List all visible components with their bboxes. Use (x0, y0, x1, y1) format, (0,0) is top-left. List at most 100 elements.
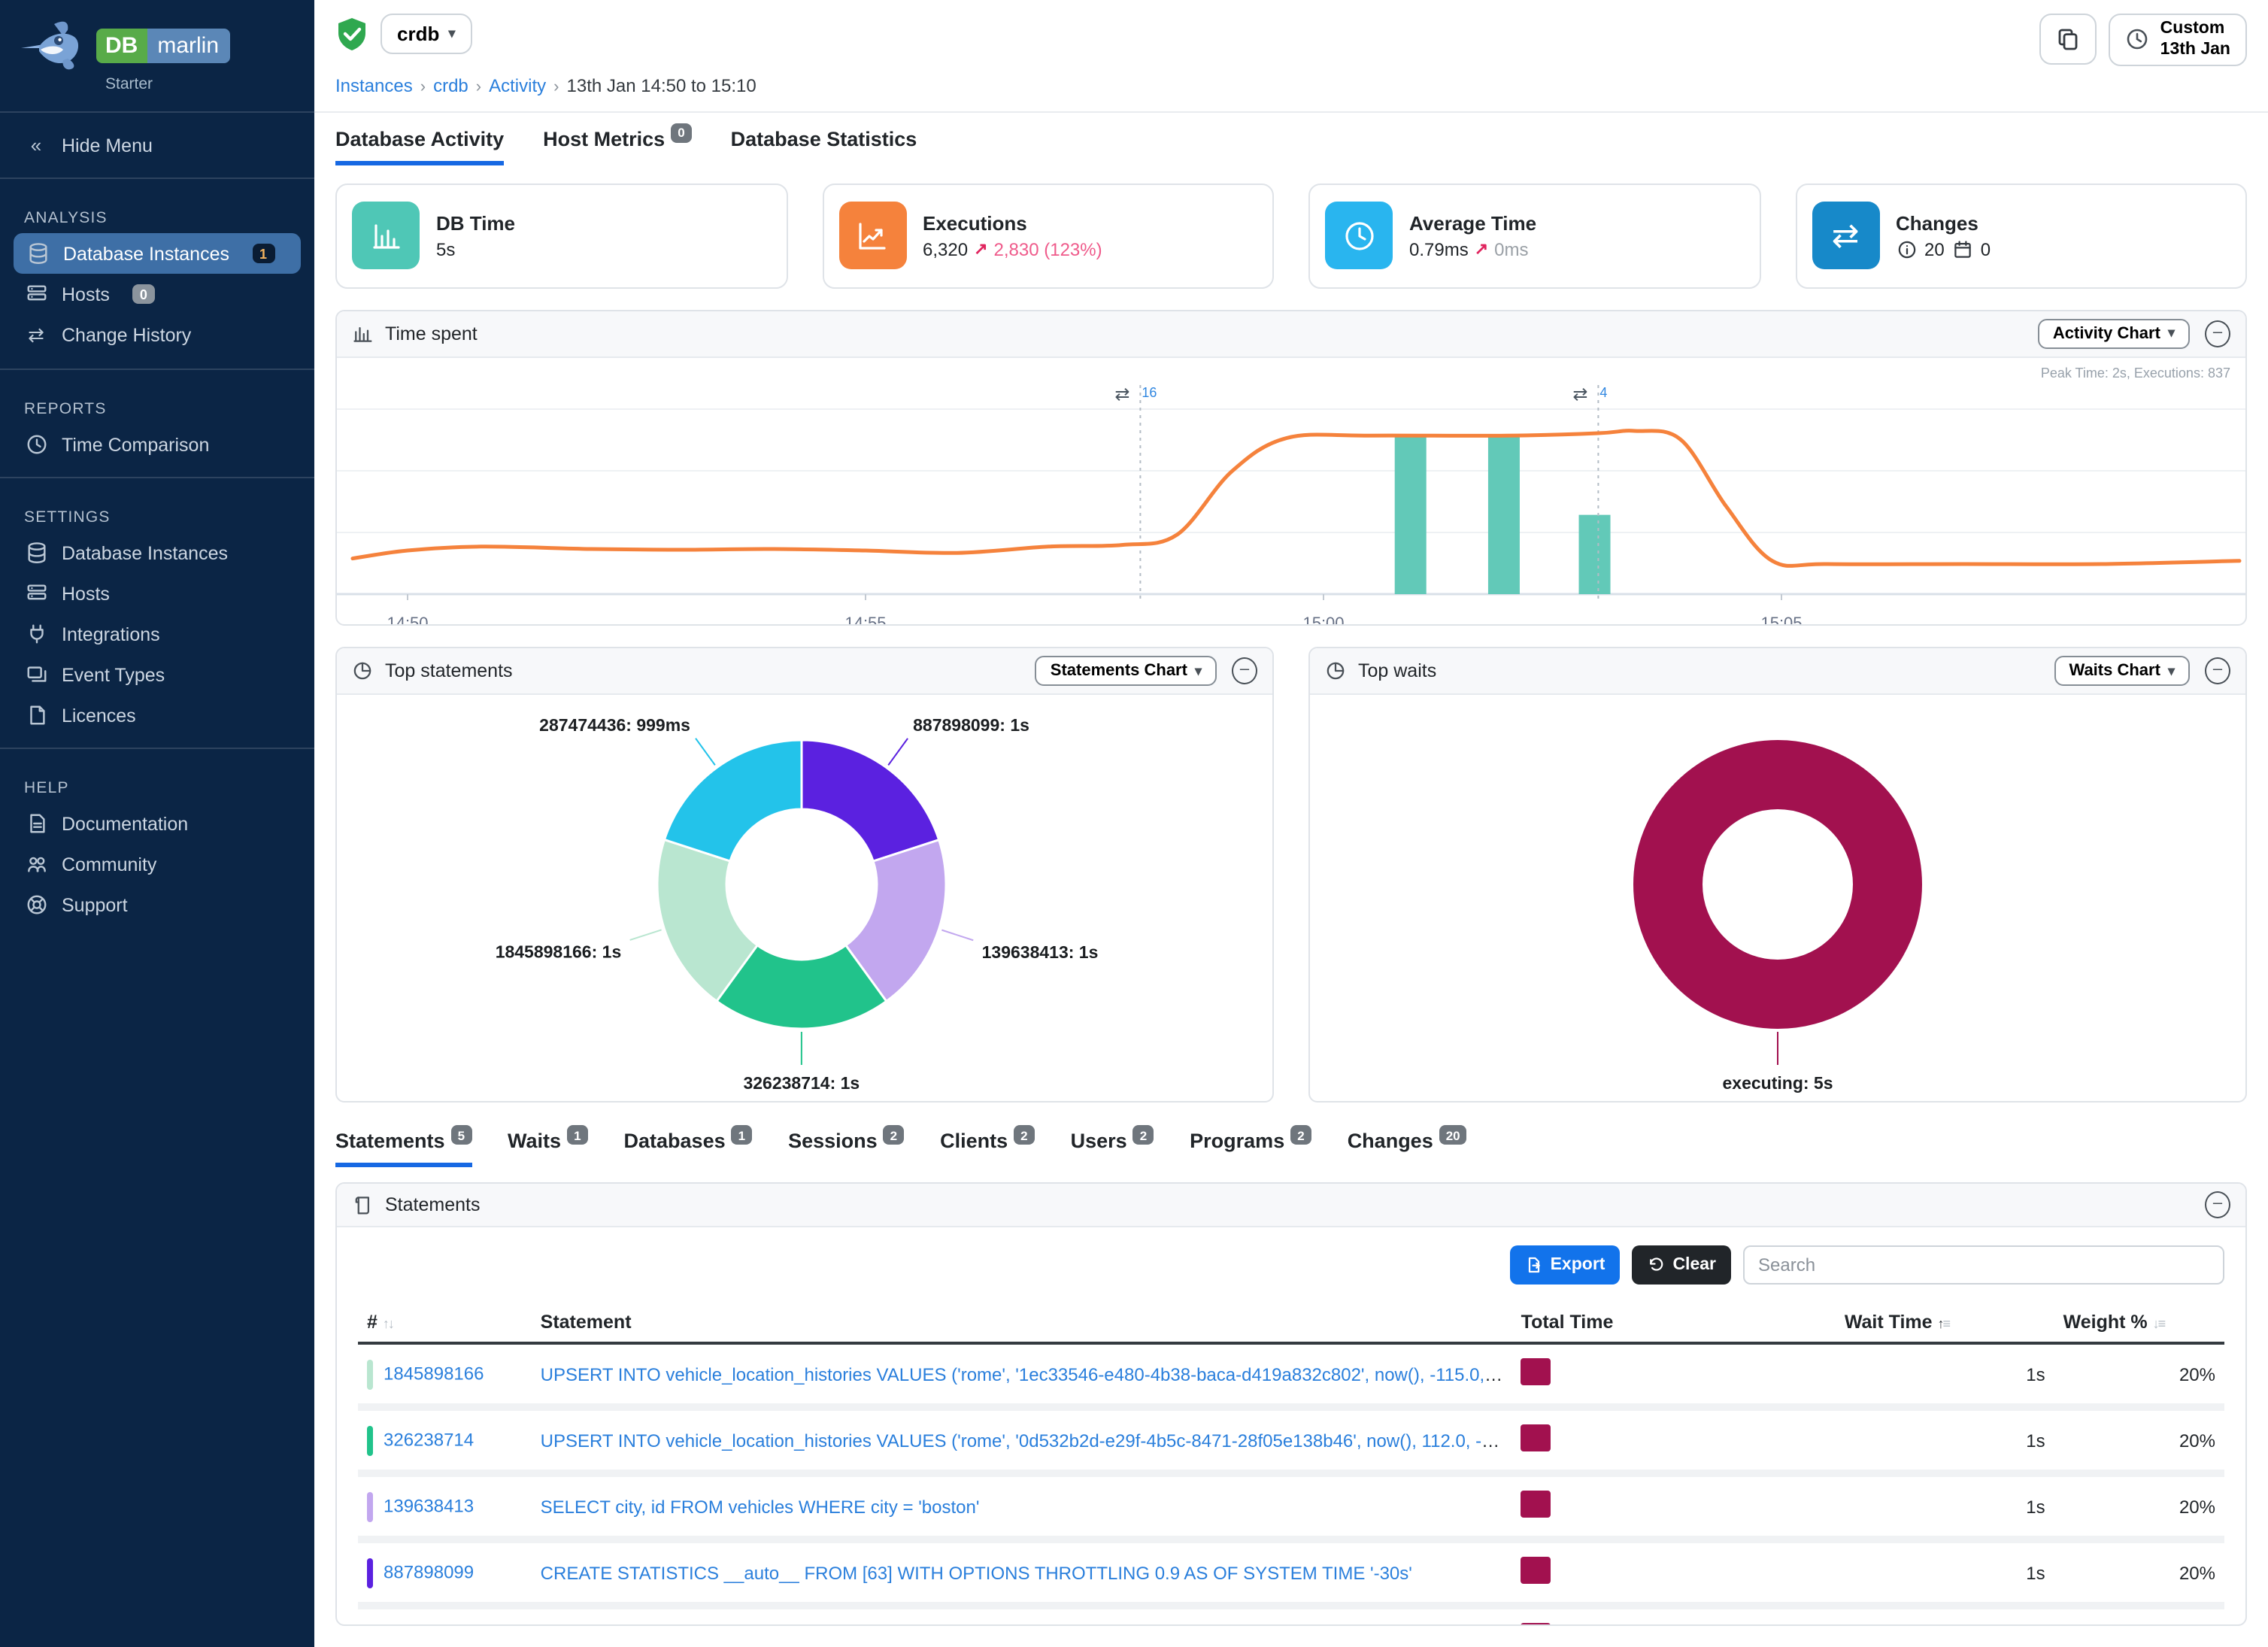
line-chart-icon (838, 202, 906, 270)
sidebar-item-database-instances[interactable]: Database Instances 1 (14, 233, 301, 274)
wait-time-value: 1s (1836, 1344, 2054, 1408)
tab-statements[interactable]: Statements5 (335, 1130, 471, 1168)
card-title: Average Time (1409, 212, 1536, 235)
statement-link[interactable]: UPSERT INTO vehicle_location_histories V… (541, 1364, 1512, 1385)
panel-title: Time spent (385, 323, 478, 344)
top-waits-chart[interactable]: executing: 5s (1310, 696, 2245, 1102)
sidebar-item-hosts[interactable]: Hosts 0 (0, 274, 314, 314)
sidebar-item-settings-hosts[interactable]: Hosts (0, 573, 314, 614)
export-button[interactable]: Export (1510, 1246, 1621, 1285)
breadcrumb-instances[interactable]: Instances (335, 75, 413, 96)
change-arrows-icon: ⇄ (1812, 202, 1879, 270)
tab-programs[interactable]: Programs2 (1190, 1130, 1311, 1168)
main-tabs: Database Activity Host Metrics0 Database… (314, 113, 2268, 165)
clock-icon (2126, 28, 2150, 52)
sidebar-item-documentation[interactable]: Documentation (0, 803, 314, 844)
sidebar-item-integrations[interactable]: Integrations (0, 614, 314, 654)
tab-host-metrics[interactable]: Host Metrics0 (543, 128, 692, 165)
activity-chart-dropdown[interactable]: Activity Chart▾ (2038, 319, 2190, 349)
weight-value: 20% (2054, 1474, 2224, 1540)
column-header-weight[interactable]: Weight % ↓≡ (2054, 1303, 2224, 1344)
card-db-time[interactable]: DB Time 5s (335, 184, 787, 289)
section-help: HELP (0, 761, 314, 803)
card-average-time[interactable]: Average Time 0.79ms↗0ms (1308, 184, 1760, 289)
statements-chart-dropdown[interactable]: Statements Chart▾ (1035, 657, 1217, 687)
hide-menu-button[interactable]: « Hide Menu (0, 125, 314, 165)
time-range-button[interactable]: Custom 13th Jan (2109, 14, 2247, 66)
event-types-icon (24, 663, 48, 686)
sidebar-item-event-types[interactable]: Event Types (0, 654, 314, 695)
statement-id-link[interactable]: 887898099 (384, 1561, 474, 1582)
pie-chart-icon (352, 661, 373, 682)
waits-chart-dropdown[interactable]: Waits Chart▾ (2054, 657, 2191, 687)
count-badge: 0 (132, 284, 155, 304)
svg-text:15:00: 15:00 (1302, 614, 1344, 626)
tab-database-activity[interactable]: Database Activity (335, 128, 504, 165)
table-row[interactable]: 139638413 SELECT city, id FROM vehicles … (358, 1474, 2224, 1540)
breadcrumb-crdb[interactable]: crdb (433, 75, 468, 96)
statement-link[interactable]: SELECT city, id FROM vehicles WHERE city… (541, 1497, 980, 1518)
divider (0, 111, 314, 113)
svg-text:15:05: 15:05 (1760, 614, 1802, 626)
info-icon (1896, 239, 1917, 260)
top-statements-chart[interactable]: 887898099: 1s139638413: 1s326238714: 1s1… (337, 696, 1272, 1102)
tab-clients[interactable]: Clients2 (940, 1130, 1035, 1168)
breadcrumb-activity[interactable]: Activity (489, 75, 546, 96)
count-badge: 1 (252, 244, 274, 263)
card-executions[interactable]: Executions 6,320↗2,830 (123%) (822, 184, 1274, 289)
statement-link[interactable]: UPSERT INTO vehicle_location_histories V… (541, 1430, 1512, 1451)
clear-button[interactable]: Clear (1632, 1246, 1731, 1285)
table-row[interactable]: 287474436 UPSERT INTO vehicle_location_h… (358, 1606, 2224, 1626)
main-content: crdb ▾ Custom 13th Jan Instances›crdb›A (314, 0, 2268, 1647)
undo-icon (1647, 1257, 1665, 1275)
svg-text:executing: 5s: executing: 5s (1723, 1074, 1833, 1093)
svg-text:16: 16 (1142, 385, 1157, 400)
sidebar-item-licences[interactable]: Licences (0, 695, 314, 736)
table-row[interactable]: 326238714 UPSERT INTO vehicle_location_h… (358, 1408, 2224, 1474)
weight-value: 20% (2054, 1344, 2224, 1408)
instance-selector[interactable]: crdb ▾ (381, 14, 471, 54)
sidebar-item-community[interactable]: Community (0, 844, 314, 884)
tab-waits[interactable]: Waits1 (508, 1130, 588, 1168)
tab-changes[interactable]: Changes20 (1348, 1130, 1467, 1168)
tab-databases[interactable]: Databases1 (624, 1130, 753, 1168)
table-row[interactable]: 887898099 CREATE STATISTICS __auto__ FRO… (358, 1540, 2224, 1606)
column-header-total-time[interactable]: Total Time (1512, 1303, 1836, 1344)
sidebar-item-support[interactable]: Support (0, 884, 314, 925)
statement-id-link[interactable]: 139638413 (384, 1495, 474, 1516)
tab-database-statistics[interactable]: Database Statistics (731, 128, 917, 165)
card-changes[interactable]: ⇄ Changes 20 0 (1795, 184, 2247, 289)
card-title: DB Time (436, 212, 515, 235)
sidebar-item-settings-database-instances[interactable]: Database Instances (0, 532, 314, 573)
svg-text:139638413: 1s: 139638413: 1s (982, 943, 1099, 963)
card-value: 5s (436, 239, 455, 260)
table-row[interactable]: 1845898166 UPSERT INTO vehicle_location_… (358, 1344, 2224, 1408)
collapse-panel-icon[interactable]: – (1232, 658, 1257, 685)
brand-wordmark: DB marlin (96, 28, 229, 62)
collapse-panel-icon[interactable]: – (2205, 658, 2230, 685)
dbmarlin-app: DB marlin Starter « Hide Menu ANALYSIS D… (0, 0, 2268, 1647)
statement-id-link[interactable]: 1845898166 (384, 1363, 484, 1384)
search-input[interactable] (1743, 1246, 2224, 1285)
brand-logo[interactable]: DB marlin Starter (0, 0, 314, 99)
sidebar-item-time-comparison[interactable]: Time Comparison (0, 424, 314, 465)
breadcrumb-time-range: 13th Jan 14:50 to 15:10 (567, 75, 757, 96)
tab-users[interactable]: Users2 (1071, 1130, 1154, 1168)
collapse-panel-icon[interactable]: – (2205, 320, 2230, 347)
column-header-num[interactable]: # ↑↓ (358, 1303, 532, 1344)
pie-chart-icon (1325, 661, 1346, 682)
wait-time-value: 1s (1836, 1540, 2054, 1606)
statement-link[interactable]: CREATE STATISTICS __auto__ FROM [63] WIT… (541, 1563, 1412, 1584)
column-header-statement[interactable]: Statement (532, 1303, 1512, 1344)
svg-text:⇄: ⇄ (1114, 384, 1129, 405)
tab-sessions[interactable]: Sessions2 (788, 1130, 904, 1168)
collapse-panel-icon[interactable]: – (2205, 1192, 2230, 1219)
copy-link-button[interactable] (2040, 14, 2097, 65)
column-header-wait-time[interactable]: Wait Time ↑≡ (1836, 1303, 2054, 1344)
time-spent-chart[interactable]: Peak Time: 2s, Executions: 837 ⇄16⇄414:5… (337, 358, 2245, 626)
bar-chart-icon (352, 202, 420, 270)
statement-id-link[interactable]: 326238714 (384, 1429, 474, 1450)
edition-label: Starter (105, 75, 296, 93)
sidebar-item-change-history[interactable]: ⇄ Change History (0, 314, 314, 356)
total-time-bar (1521, 1558, 1551, 1585)
